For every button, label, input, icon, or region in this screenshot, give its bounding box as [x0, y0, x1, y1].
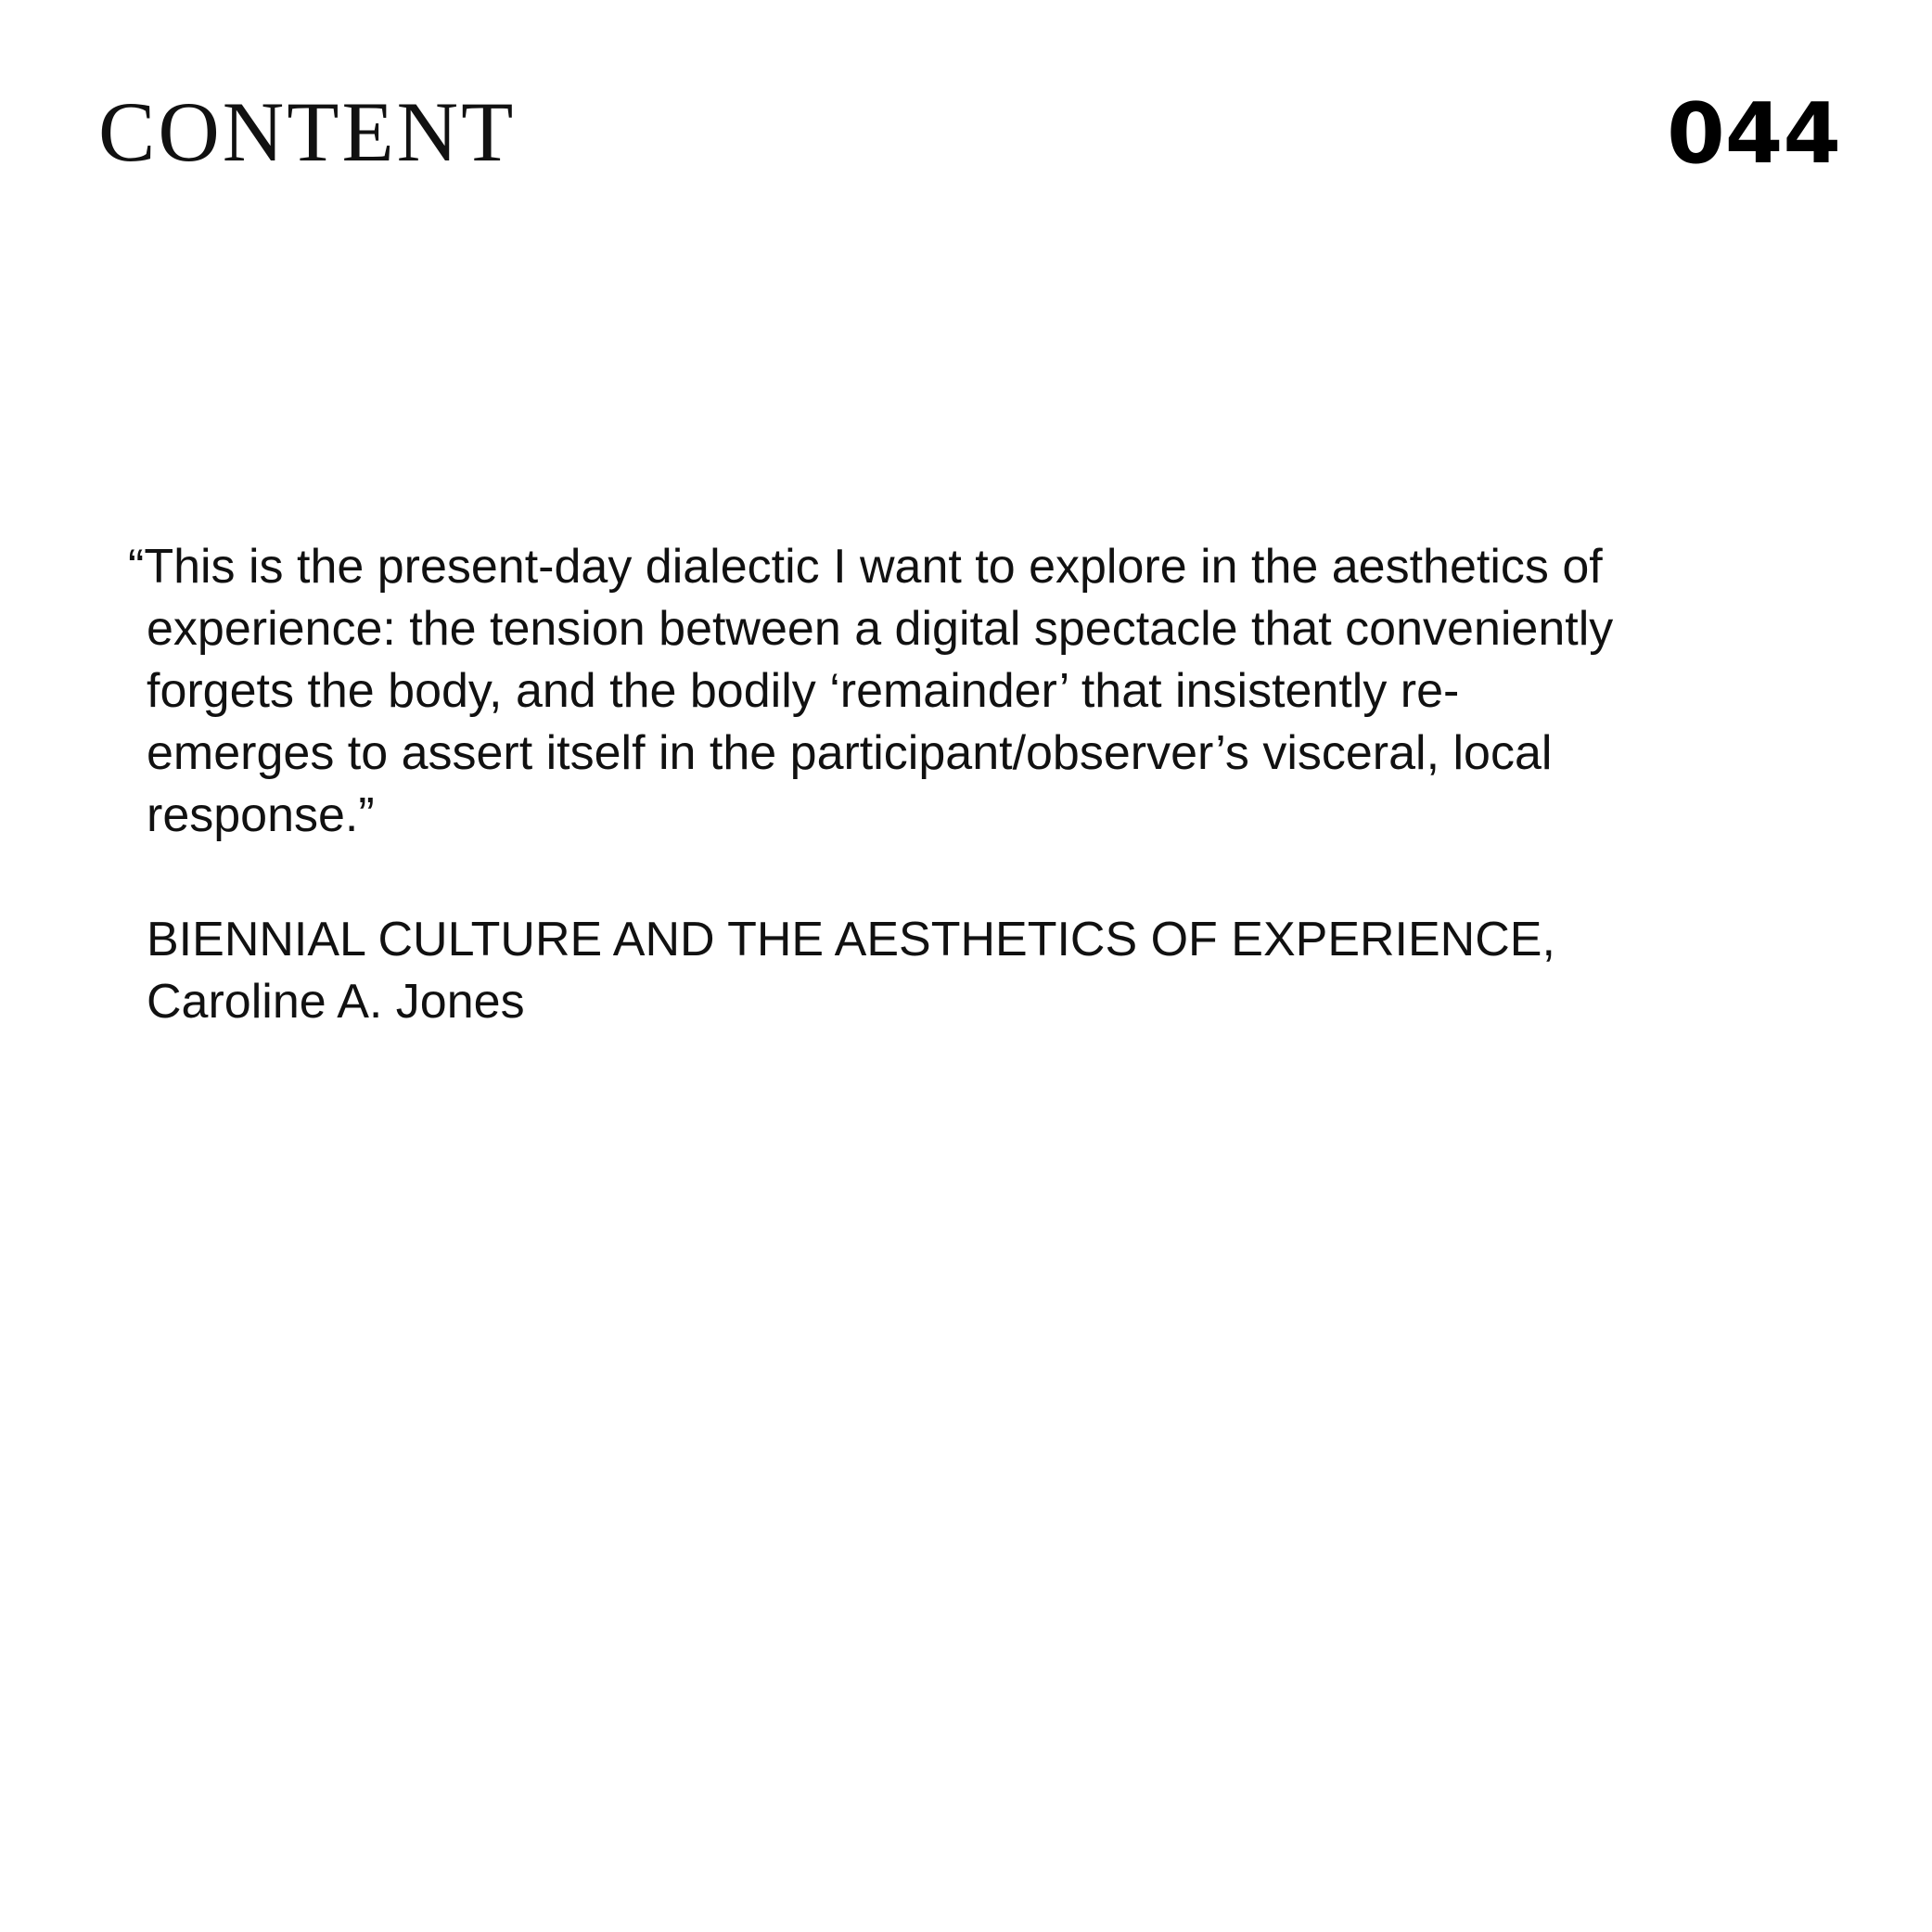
quote-line: emerges to assert itself in the particip…: [147, 726, 1553, 780]
source-author: Caroline A. Jones: [147, 975, 525, 1029]
quote-block: “This is the present-day dialectic I wan…: [128, 536, 1823, 1033]
source-title: BIENNIAL CULTURE AND THE AESTHETICS OF E…: [147, 913, 1555, 966]
quote-source: BIENNIAL CULTURE AND THE AESTHETICS OF E…: [135, 909, 1823, 1033]
quote-line: response.”: [147, 788, 375, 842]
page-number: 044: [1667, 85, 1841, 183]
quote-line: “This is the present-day dialectic I wan…: [128, 540, 1603, 594]
quote-line: forgets the body, and the bodily ‘remain…: [147, 664, 1460, 718]
masthead-title: CONTENT: [98, 84, 517, 179]
quote-line: experience: the tension between a digita…: [147, 602, 1614, 656]
